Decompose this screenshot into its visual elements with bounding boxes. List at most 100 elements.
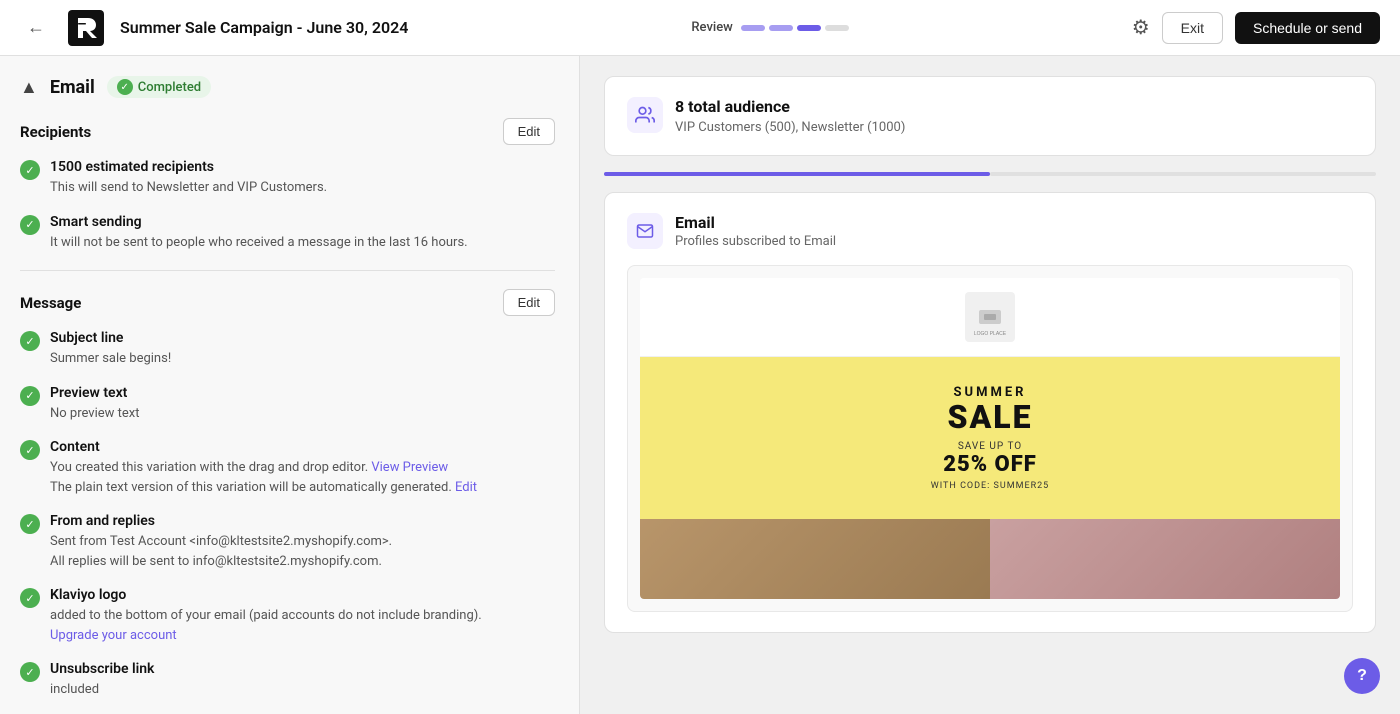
preview-logo-placeholder: LOGO PLACE [965, 292, 1015, 342]
email-profiles-title: Email [675, 213, 836, 232]
completed-badge: ✓ Completed [107, 76, 211, 98]
from-replies-desc1: Sent from Test Account <info@kltestsite2… [50, 534, 392, 549]
back-button[interactable]: ← [20, 12, 52, 44]
recipients-section-header: Recipients Edit [20, 118, 555, 145]
unsubscribe-desc: included [50, 680, 154, 700]
nav-center: Review [691, 20, 848, 35]
check-icon-6: ✓ [20, 514, 40, 534]
klaviyo-logo-desc: added to the bottom of your email (paid … [50, 606, 482, 645]
klaviyo-logo-icon [68, 10, 104, 46]
gear-icon: ⚙ [1132, 15, 1150, 40]
preview-images [640, 519, 1340, 599]
top-nav: ← Summer Sale Campaign - June 30, 2024 R… [0, 0, 1400, 56]
klaviyo-logo-desc-text: added to the bottom of your email (paid … [50, 608, 482, 623]
exit-button[interactable]: Exit [1162, 12, 1223, 44]
collapse-button[interactable]: ▲ [20, 77, 38, 98]
check-icon-4: ✓ [20, 386, 40, 406]
estimated-recipients-desc: This will send to Newsletter and VIP Cus… [50, 178, 327, 198]
klaviyo-logo-content: Klaviyo logo added to the bottom of your… [50, 587, 482, 645]
tab-inactive-indicator [990, 172, 1376, 176]
settings-button[interactable]: ⚙ [1132, 15, 1150, 40]
preview-logo-area: LOGO PLACE [640, 278, 1340, 357]
campaign-title: Summer Sale Campaign - June 30, 2024 [120, 18, 408, 37]
completed-check-icon: ✓ [117, 79, 133, 95]
message-section-header: Message Edit [20, 289, 555, 316]
upgrade-account-link[interactable]: Upgrade your account [50, 628, 177, 643]
help-button[interactable]: ? [1344, 658, 1380, 694]
tab-bar [604, 172, 1376, 176]
section-divider-1 [20, 270, 555, 271]
audience-info: 8 total audience VIP Customers (500), Ne… [675, 97, 905, 135]
content-item-content: Content You created this variation with … [50, 439, 477, 497]
preview-banner: SUMMER SALE SAVE UP TO 25% OFF WITH CODE… [640, 357, 1340, 519]
preview-text-item: ✓ Preview text No preview text [20, 385, 555, 424]
review-label: Review [691, 20, 732, 35]
progress-dot-3 [797, 25, 821, 31]
preview-text-content: Preview text No preview text [50, 385, 140, 424]
check-icon-1: ✓ [20, 160, 40, 180]
check-icon-5: ✓ [20, 440, 40, 460]
subject-line-content: Subject line Summer sale begins! [50, 330, 171, 369]
email-profiles-card: Email Profiles subscribed to Email [604, 192, 1376, 633]
preview-banner-save: SAVE UP TO [660, 441, 1320, 452]
audience-total-title: 8 total audience [675, 97, 905, 116]
preview-banner-code: WITH CODE: SUMMER25 [660, 481, 1320, 491]
estimated-recipients-content: 1500 estimated recipients This will send… [50, 159, 327, 198]
nav-left: ← Summer Sale Campaign - June 30, 2024 [20, 10, 408, 46]
smart-sending-title: Smart sending [50, 214, 468, 230]
email-profiles-subtitle: Profiles subscribed to Email [675, 234, 836, 249]
unsubscribe-content: Unsubscribe link included [50, 661, 154, 700]
unsubscribe-item: ✓ Unsubscribe link included [20, 661, 555, 700]
progress-dot-4 [825, 25, 849, 31]
svg-text:LOGO PLACE: LOGO PLACE [974, 331, 1007, 337]
message-edit-button[interactable]: Edit [503, 289, 555, 316]
content-title: Content [50, 439, 477, 455]
from-replies-desc: Sent from Test Account <info@kltestsite2… [50, 532, 392, 571]
email-header-left: ▲ Email ✓ Completed [20, 76, 211, 98]
completed-label: Completed [138, 80, 201, 95]
preview-banner-sale: SALE [660, 400, 1320, 435]
estimated-recipients-item: ✓ 1500 estimated recipients This will se… [20, 159, 555, 198]
recipients-title: Recipients [20, 123, 91, 141]
schedule-or-send-button[interactable]: Schedule or send [1235, 12, 1380, 44]
check-icon-2: ✓ [20, 215, 40, 235]
smart-sending-item: ✓ Smart sending It will not be sent to p… [20, 214, 555, 253]
progress-dot-2 [769, 25, 793, 31]
preview-text-desc: No preview text [50, 404, 140, 424]
preview-text-title: Preview text [50, 385, 140, 401]
check-icon-8: ✓ [20, 662, 40, 682]
email-preview-container: LOGO PLACE SUMMER SALE SAVE UP TO 25% OF… [627, 265, 1353, 612]
audience-icon [627, 97, 663, 133]
from-replies-desc2: All replies will be sent to info@kltests… [50, 554, 382, 569]
klaviyo-logo-item: ✓ Klaviyo logo added to the bottom of yo… [20, 587, 555, 645]
message-title: Message [20, 294, 81, 312]
progress-dot-1 [741, 25, 765, 31]
subject-line-item: ✓ Subject line Summer sale begins! [20, 330, 555, 369]
content-desc-text: You created this variation with the drag… [50, 460, 368, 475]
nav-right: ⚙ Exit Schedule or send [1132, 12, 1380, 44]
preview-banner-percent: 25% OFF [660, 452, 1320, 477]
content-item: ✓ Content You created this variation wit… [20, 439, 555, 497]
email-header: ▲ Email ✓ Completed [20, 76, 555, 98]
klaviyo-logo [68, 10, 104, 46]
smart-sending-desc: It will not be sent to people who receiv… [50, 233, 468, 253]
progress-bar [741, 25, 849, 31]
tab-active-indicator [604, 172, 990, 176]
right-panel: 8 total audience VIP Customers (500), Ne… [580, 56, 1400, 714]
unsubscribe-title: Unsubscribe link [50, 661, 154, 677]
audience-card: 8 total audience VIP Customers (500), Ne… [604, 76, 1376, 156]
email-profiles-header: Email Profiles subscribed to Email [627, 213, 1353, 249]
from-replies-title: From and replies [50, 513, 392, 529]
logo-svg: LOGO PLACE [965, 292, 1015, 342]
view-preview-link[interactable]: View Preview [371, 460, 448, 475]
collapse-icon: ▲ [20, 77, 38, 98]
subject-line-desc: Summer sale begins! [50, 349, 171, 369]
main-content: ▲ Email ✓ Completed Recipients Edit ✓ 15… [0, 56, 1400, 714]
subject-line-title: Subject line [50, 330, 171, 346]
from-replies-item: ✓ From and replies Sent from Test Accoun… [20, 513, 555, 571]
content-edit-link[interactable]: Edit [455, 480, 477, 495]
smart-sending-content: Smart sending It will not be sent to peo… [50, 214, 468, 253]
recipients-edit-button[interactable]: Edit [503, 118, 555, 145]
preview-img-1 [640, 519, 990, 599]
email-profiles-icon [627, 213, 663, 249]
